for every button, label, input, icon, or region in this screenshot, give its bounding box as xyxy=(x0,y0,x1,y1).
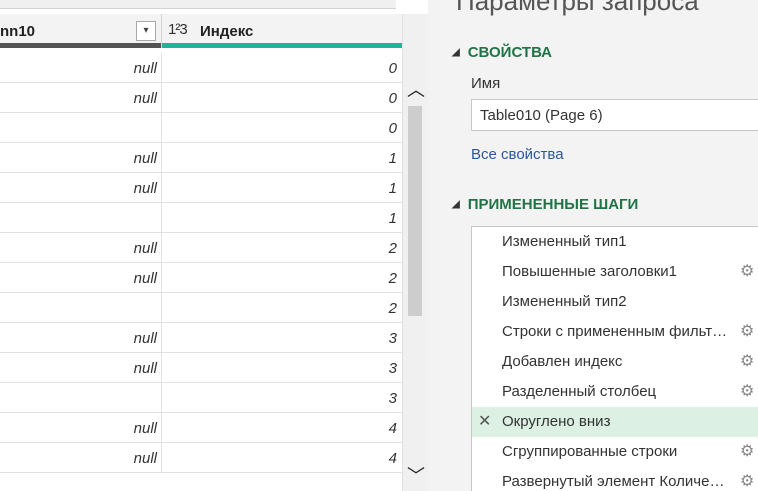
table-row[interactable]: null 0 xyxy=(0,83,402,113)
cell-column10[interactable]: null xyxy=(0,173,162,202)
table-row[interactable]: null 2 xyxy=(0,233,402,263)
table-row[interactable]: null 1 xyxy=(0,143,402,173)
data-grid: nn10 ▾ 1²3 Индекс ▾ null0null00null1null… xyxy=(0,0,404,491)
horizontal-scrollbar[interactable] xyxy=(0,0,404,14)
cell-column10[interactable]: null xyxy=(0,53,162,82)
cell-column10[interactable]: null xyxy=(0,443,162,472)
properties-section-label: СВОЙСТВА xyxy=(467,44,552,61)
gear-icon[interactable]: ⚙ xyxy=(740,437,754,467)
table-row[interactable]: 3 xyxy=(0,383,402,413)
delete-step-icon[interactable]: ✕ xyxy=(478,407,500,437)
cell-index[interactable]: 2 xyxy=(162,263,402,292)
cell-index[interactable]: 1 xyxy=(162,203,402,232)
cell-index[interactable]: 2 xyxy=(162,293,402,322)
query-name-input[interactable] xyxy=(471,99,758,131)
cell-column10[interactable] xyxy=(0,203,162,232)
applied-step-label: Разделенный столбец xyxy=(502,383,657,400)
table-row[interactable]: null 4 xyxy=(0,413,402,443)
cell-column10[interactable]: null xyxy=(0,263,162,292)
column-quality-bar xyxy=(162,43,402,48)
column-quality-bar xyxy=(0,43,161,48)
gear-icon[interactable]: ⚙ xyxy=(740,467,754,491)
applied-step-label: Развернутый элемент Количество xyxy=(502,473,730,490)
applied-step-label: Округлено вниз xyxy=(502,413,611,430)
cell-column10[interactable] xyxy=(0,113,162,142)
integer-type-icon[interactable]: 1²3 xyxy=(168,21,188,38)
column-header-column10[interactable]: nn10 ▾ xyxy=(0,14,162,48)
table-row[interactable]: null 4 xyxy=(0,443,402,473)
applied-step-label: Строки с примененным фильтром xyxy=(502,323,730,340)
pane-title: Параметры запроса xyxy=(456,0,699,16)
table-row[interactable]: 2 xyxy=(0,293,402,323)
column-header-index[interactable]: 1²3 Индекс ▾ xyxy=(162,14,402,48)
scrollbar-thumb[interactable] xyxy=(408,106,422,316)
cell-column10[interactable] xyxy=(0,293,162,322)
all-properties-link[interactable]: Все свойства xyxy=(471,146,564,163)
column-filter-dropdown[interactable]: ▾ xyxy=(136,21,156,41)
applied-step[interactable]: Добавлен индекс ⚙ xyxy=(472,347,758,377)
collapse-triangle-icon[interactable]: ◢ xyxy=(452,47,460,58)
cell-index[interactable]: 1 xyxy=(162,173,402,202)
applied-step[interactable]: Повышенные заголовки1 ⚙ xyxy=(472,257,758,287)
applied-step[interactable]: Измененный тип2 xyxy=(472,287,758,317)
scroll-down-icon[interactable]: ﹀ xyxy=(407,462,425,488)
applied-step-label: Добавлен индекс xyxy=(502,353,623,370)
column-name: nn10 xyxy=(0,23,36,40)
cell-column10[interactable]: null xyxy=(0,233,162,262)
gear-icon[interactable]: ⚙ xyxy=(740,317,754,347)
query-settings-pane: Параметры запроса ◢ СВОЙСТВА Имя Все свой… xyxy=(428,0,758,491)
applied-steps-list: Измененный тип1 Повышенные заголовки1 ⚙ Изм… xyxy=(471,226,758,491)
table-row[interactable]: 0 xyxy=(0,113,402,143)
table-row[interactable]: 1 xyxy=(0,203,402,233)
cell-column10[interactable]: null xyxy=(0,323,162,352)
applied-steps-section-header[interactable]: ◢ ПРИМЕНЕННЫЕ ШАГИ xyxy=(452,196,638,213)
applied-step[interactable]: Сгруппированные строки ⚙ xyxy=(472,437,758,467)
applied-step[interactable]: Измененный тип1 xyxy=(472,227,758,257)
table-row[interactable]: null 1 xyxy=(0,173,402,203)
grid-rows: null 0 null 0 0 null 1 null 1 1 null 2 null 2 2 null 3 nu… xyxy=(0,53,402,473)
vertical-scrollbar[interactable]: ︿ ﹀ xyxy=(402,14,428,491)
cell-column10[interactable]: null xyxy=(0,83,162,112)
cell-index[interactable]: 3 xyxy=(162,323,402,352)
applied-step[interactable]: Развернутый элемент Количество ⚙ xyxy=(472,467,758,491)
cell-index[interactable]: 0 xyxy=(162,113,402,142)
table-row[interactable]: null 3 xyxy=(0,353,402,383)
applied-step-label: Повышенные заголовки1 xyxy=(502,263,677,280)
cell-index[interactable]: 1 xyxy=(162,143,402,172)
cell-column10[interactable] xyxy=(0,383,162,412)
gear-icon[interactable]: ⚙ xyxy=(740,257,754,287)
cell-index[interactable]: 0 xyxy=(162,83,402,112)
name-label: Имя xyxy=(471,75,501,92)
applied-step[interactable]: Строки с примененным фильтром ⚙ xyxy=(472,317,758,347)
table-row[interactable]: null 2 xyxy=(0,263,402,293)
chevron-down-icon: ▾ xyxy=(143,25,149,36)
scroll-up-icon[interactable]: ︿ xyxy=(407,76,425,102)
applied-steps-section-label: ПРИМЕНЕННЫЕ ШАГИ xyxy=(467,196,639,213)
cell-index[interactable]: 0 xyxy=(162,53,402,82)
cell-index[interactable]: 3 xyxy=(162,383,402,412)
cell-index[interactable]: 2 xyxy=(162,233,402,262)
table-row[interactable]: null 0 xyxy=(0,53,402,83)
table-row[interactable]: null 3 xyxy=(0,323,402,353)
applied-step-label: Сгруппированные строки xyxy=(502,443,678,460)
applied-step[interactable]: ✕ Округлено вниз xyxy=(472,407,758,437)
collapse-triangle-icon[interactable]: ◢ xyxy=(452,199,460,210)
gear-icon[interactable]: ⚙ xyxy=(740,347,754,377)
properties-section-header[interactable]: ◢ СВОЙСТВА xyxy=(452,44,552,61)
cell-column10[interactable]: null xyxy=(0,413,162,442)
applied-step[interactable]: Разделенный столбец ⚙ xyxy=(472,377,758,407)
cell-column10[interactable]: null xyxy=(0,353,162,382)
applied-step-label: Измененный тип2 xyxy=(502,293,627,310)
cell-index[interactable]: 4 xyxy=(162,413,402,442)
cell-column10[interactable]: null xyxy=(0,143,162,172)
gear-icon[interactable]: ⚙ xyxy=(740,377,754,407)
applied-step-label: Измененный тип1 xyxy=(502,233,627,250)
column-name: Индекс xyxy=(200,23,254,40)
cell-index[interactable]: 3 xyxy=(162,353,402,382)
cell-index[interactable]: 4 xyxy=(162,443,402,472)
